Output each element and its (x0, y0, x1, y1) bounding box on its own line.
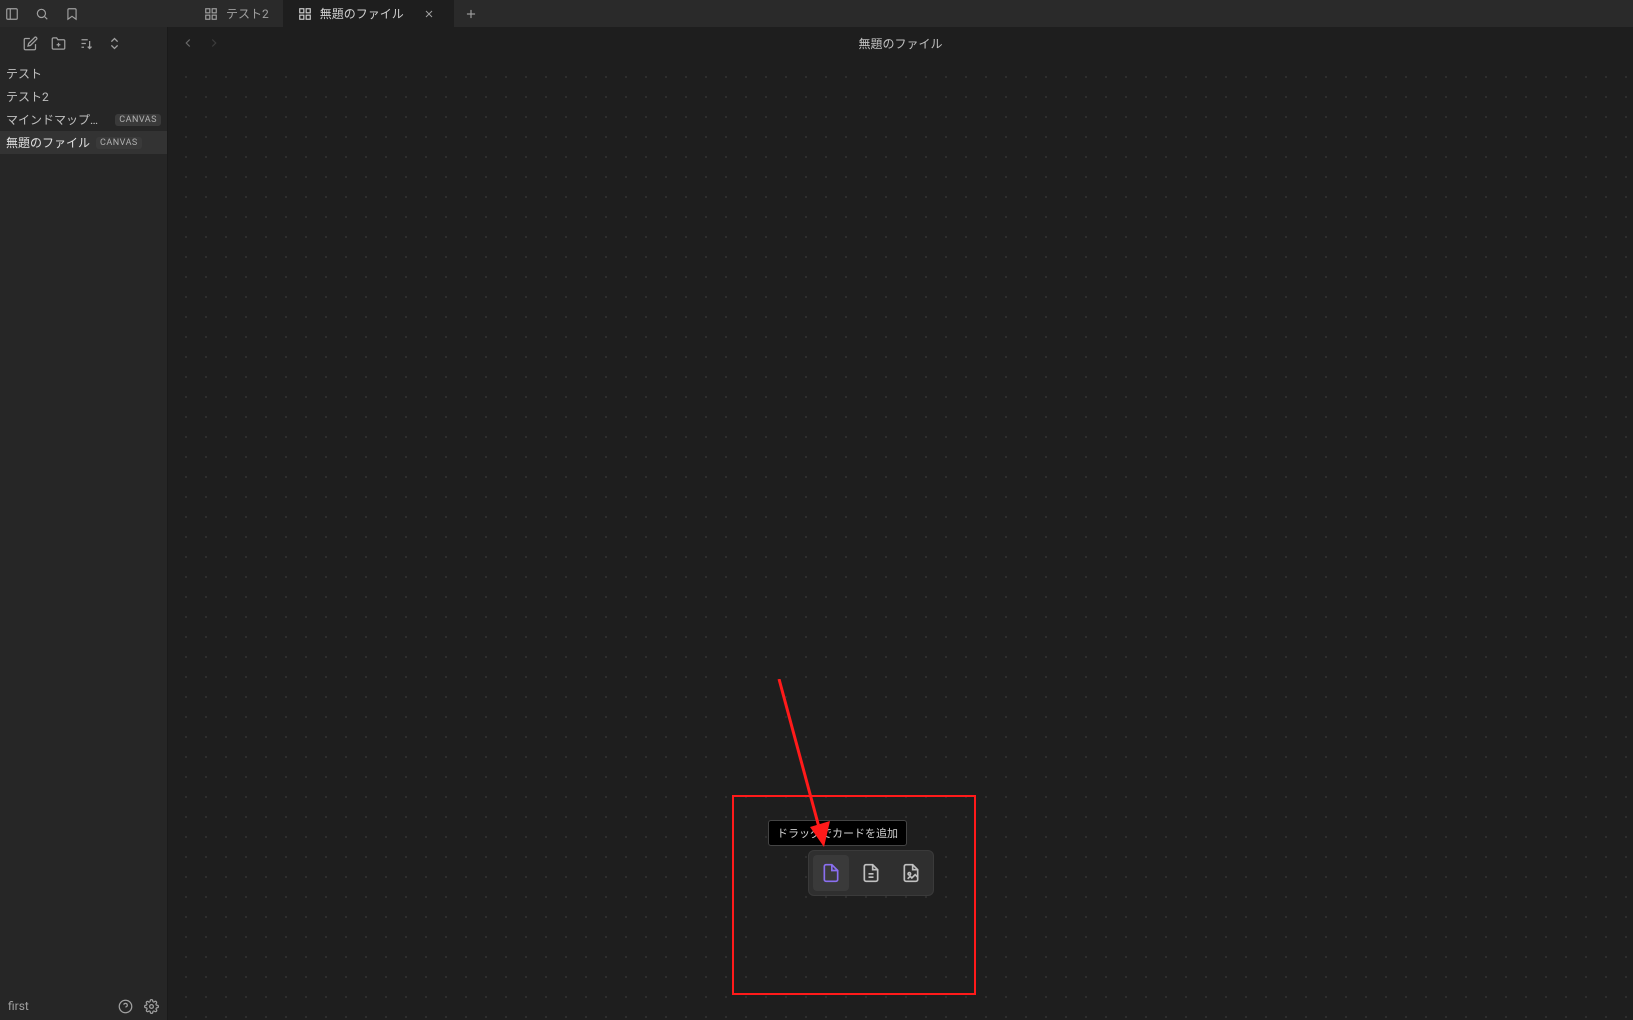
add-media-button[interactable] (893, 855, 929, 891)
tab-label: テスト2 (226, 5, 269, 22)
sidebar-footer: first (0, 992, 167, 1020)
search-icon[interactable] (34, 6, 50, 22)
collapse-icon[interactable] (106, 36, 122, 52)
new-note-icon[interactable] (22, 36, 38, 52)
nav-back-icon[interactable] (180, 35, 196, 51)
canvas-badge: CANVAS (115, 114, 161, 126)
sidebar: テスト テスト2 マインドマップの... CANVAS 無題のファイル CANV… (0, 27, 168, 1020)
help-icon[interactable] (117, 998, 133, 1014)
new-tab-button[interactable] (454, 0, 488, 27)
file-item-mindmap[interactable]: マインドマップの... CANVAS (0, 108, 167, 131)
tooltip: ドラッグでカードを追加 (768, 820, 907, 846)
panel-toggle-icon[interactable] (4, 6, 20, 22)
add-card-button[interactable] (813, 855, 849, 891)
new-folder-icon[interactable] (50, 36, 66, 52)
tab-test2[interactable]: テスト2 (190, 0, 284, 27)
top-bar: テスト2 無題のファイル (0, 0, 1633, 27)
settings-icon[interactable] (143, 998, 159, 1014)
close-icon[interactable] (422, 7, 436, 21)
main-pane: 無題のファイル ドラッグでカードを追加 (168, 27, 1633, 1020)
page-title: 無題のファイル (858, 35, 942, 52)
main-header: 無題のファイル (168, 27, 1633, 59)
file-item-untitled[interactable]: 無題のファイル CANVAS (0, 131, 167, 154)
canvas-toolbar (808, 850, 934, 896)
vault-name[interactable]: first (8, 999, 107, 1013)
file-list: テスト テスト2 マインドマップの... CANVAS 無題のファイル CANV… (0, 60, 167, 992)
sort-icon[interactable] (78, 36, 94, 52)
sidebar-toolbar (0, 27, 167, 60)
canvas-area[interactable]: ドラッグでカードを追加 (168, 59, 1633, 1020)
tab-strip: テスト2 無題のファイル (190, 0, 488, 27)
file-label: 無題のファイル (6, 134, 90, 151)
canvas-icon (204, 7, 218, 21)
file-label: テスト (6, 65, 42, 82)
file-item-test[interactable]: テスト (0, 62, 167, 85)
nav-forward-icon[interactable] (206, 35, 222, 51)
add-note-button[interactable] (853, 855, 889, 891)
bookmark-icon[interactable] (64, 6, 80, 22)
body: テスト テスト2 マインドマップの... CANVAS 無題のファイル CANV… (0, 27, 1633, 1020)
app-root: テスト2 無題のファイル (0, 0, 1633, 1020)
tab-label: 無題のファイル (320, 5, 404, 22)
tab-untitled[interactable]: 無題のファイル (284, 0, 454, 27)
canvas-icon (298, 7, 312, 21)
top-left-icons (0, 6, 80, 22)
file-label: テスト2 (6, 88, 49, 105)
nav-arrows (180, 35, 222, 51)
file-item-test2[interactable]: テスト2 (0, 85, 167, 108)
file-label: マインドマップの... (6, 111, 109, 128)
canvas-badge: CANVAS (96, 137, 142, 149)
